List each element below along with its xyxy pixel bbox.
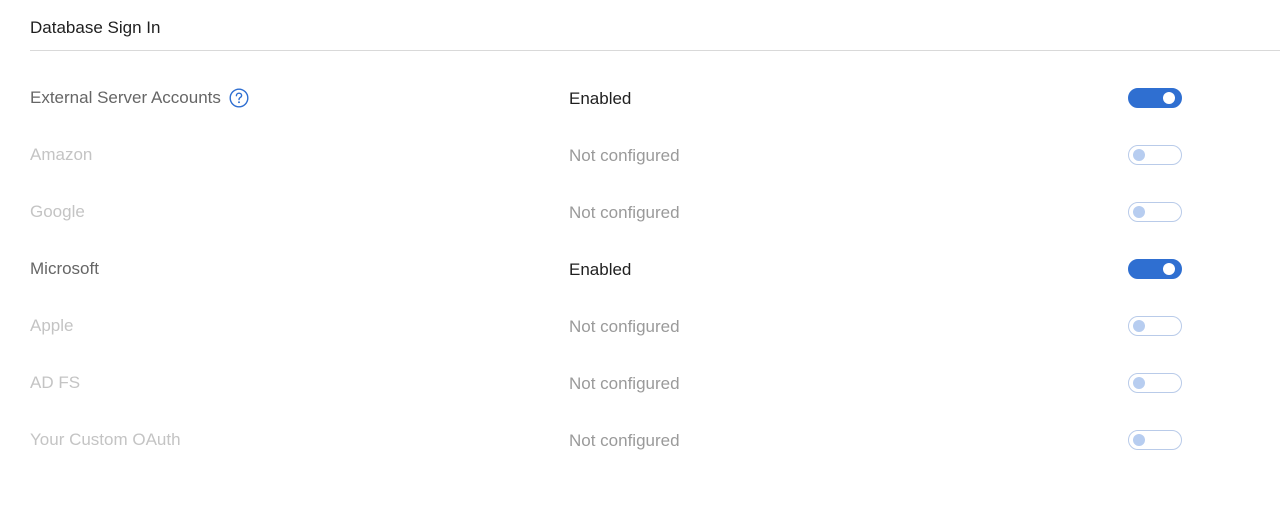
provider-toggle-amazon[interactable] xyxy=(1128,145,1182,165)
provider-row-apple: Apple Not configured xyxy=(0,298,1280,355)
provider-name-cell: Amazon xyxy=(30,144,92,166)
provider-row-amazon: Amazon Not configured xyxy=(0,127,1280,184)
toggle-knob xyxy=(1163,263,1175,275)
provider-status: Enabled xyxy=(569,260,632,279)
provider-status: Not configured xyxy=(569,146,680,165)
provider-status: Not configured xyxy=(569,374,680,393)
toggle-knob xyxy=(1133,206,1145,218)
provider-row-google: Google Not configured xyxy=(0,184,1280,241)
provider-toggle-apple[interactable] xyxy=(1128,316,1182,336)
help-circle-icon[interactable] xyxy=(229,88,249,108)
provider-row-microsoft: Microsoft Enabled xyxy=(0,241,1280,298)
provider-list: External Server Accounts Enabled Amazon … xyxy=(0,70,1280,469)
provider-row-ad-fs: AD FS Not configured xyxy=(0,355,1280,412)
provider-name: AD FS xyxy=(30,373,81,392)
provider-name: Microsoft xyxy=(30,259,99,278)
toggle-knob xyxy=(1133,434,1145,446)
provider-name: External Server Accounts xyxy=(30,88,221,107)
provider-name: Apple xyxy=(30,316,74,335)
provider-status: Not configured xyxy=(569,317,680,336)
toggle-knob xyxy=(1133,149,1145,161)
provider-name-cell: Microsoft xyxy=(30,258,99,280)
section-title: Database Sign In xyxy=(30,18,161,37)
provider-toggle-ad-fs[interactable] xyxy=(1128,373,1182,393)
provider-toggle-external-server-accounts[interactable] xyxy=(1128,88,1182,108)
provider-toggle-custom-oauth[interactable] xyxy=(1128,430,1182,450)
provider-status: Not configured xyxy=(569,431,680,450)
provider-row-custom-oauth: Your Custom OAuth Not configured xyxy=(0,412,1280,469)
provider-status: Enabled xyxy=(569,89,632,108)
toggle-knob xyxy=(1133,320,1145,332)
provider-name-cell: External Server Accounts xyxy=(30,87,249,109)
provider-name-cell: Apple xyxy=(30,315,73,337)
provider-toggle-google[interactable] xyxy=(1128,202,1182,222)
provider-name-cell: Google xyxy=(30,201,85,223)
provider-name-cell: Your Custom OAuth xyxy=(30,429,181,451)
toggle-knob xyxy=(1163,92,1175,104)
toggle-knob xyxy=(1133,377,1145,389)
provider-name: Google xyxy=(30,202,85,221)
provider-name: Your Custom OAuth xyxy=(30,430,181,449)
section-divider xyxy=(30,50,1280,51)
database-sign-in-page: Database Sign In External Server Account… xyxy=(0,0,1280,514)
provider-status: Not configured xyxy=(569,203,680,222)
provider-name: Amazon xyxy=(30,145,93,164)
provider-name-cell: AD FS xyxy=(30,372,80,394)
provider-toggle-microsoft[interactable] xyxy=(1128,259,1182,279)
provider-row-external-server-accounts: External Server Accounts Enabled xyxy=(0,70,1280,127)
